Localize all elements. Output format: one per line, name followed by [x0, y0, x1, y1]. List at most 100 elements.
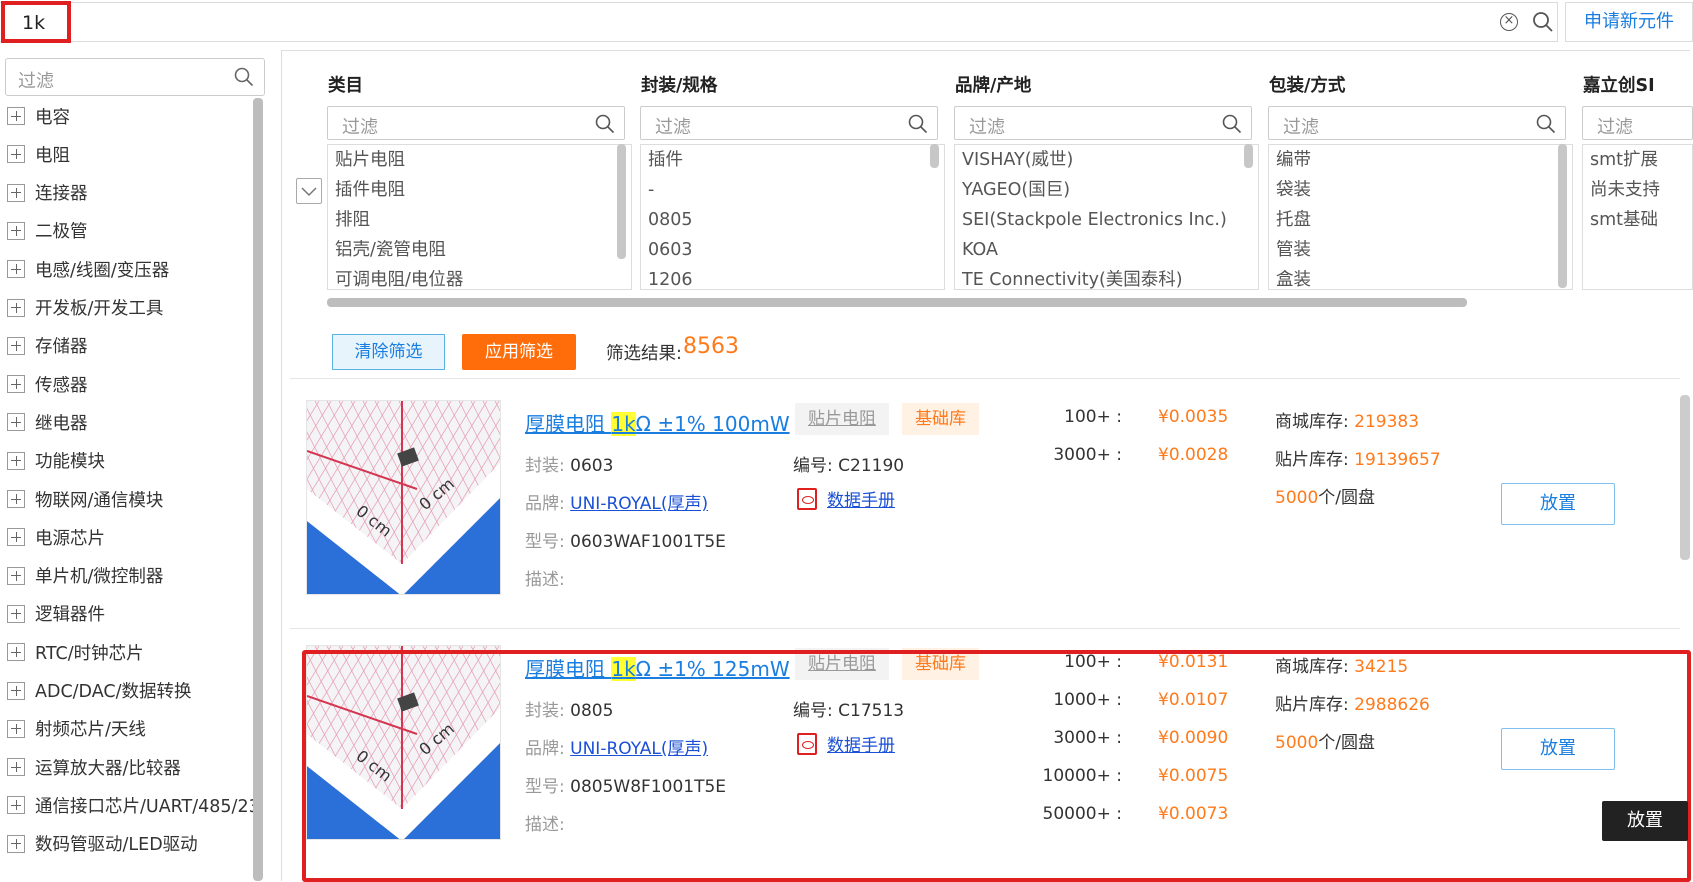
filter-options-list: 插件 -0805 0603 1206	[640, 144, 945, 290]
filter-option[interactable]: 袋装	[1269, 175, 1572, 205]
expand-plus-icon[interactable]	[7, 604, 25, 623]
filter-option[interactable]: VISHAY(威世)	[955, 145, 1258, 175]
clear-filter-button[interactable]: 清除筛选	[332, 334, 445, 370]
expand-plus-icon[interactable]	[7, 566, 25, 585]
expand-plus-icon[interactable]	[7, 451, 25, 470]
filter-option[interactable]: 编带	[1269, 145, 1572, 175]
filter-option[interactable]: 贴片电阻	[328, 145, 631, 175]
expand-plus-icon[interactable]	[7, 336, 25, 355]
tree-item[interactable]: 通信接口芯片/UART/485/23	[7, 791, 260, 819]
datasheet-row[interactable]: 数据手册	[797, 486, 895, 511]
expand-plus-icon[interactable]	[7, 528, 25, 547]
tree-item[interactable]: ADC/DAC/数据转换	[7, 677, 192, 705]
filter-search-input[interactable]: 过滤	[954, 106, 1252, 140]
filter-option[interactable]: 铝壳/瓷管电阻	[328, 235, 631, 265]
filter-option[interactable]: 0603	[641, 235, 944, 265]
tree-item[interactable]: 功能模块	[7, 447, 105, 475]
tree-item[interactable]: 射频芯片/天线	[7, 715, 146, 743]
tree-item[interactable]: 物联网/通信模块	[7, 485, 163, 513]
filter-option[interactable]: 插件电阻	[328, 175, 631, 205]
search-icon[interactable]	[1532, 11, 1554, 33]
search-icon[interactable]	[234, 67, 254, 87]
tree-item[interactable]: 电容	[7, 102, 70, 130]
clear-icon[interactable]: ×	[1500, 13, 1518, 31]
expand-plus-icon[interactable]	[7, 375, 25, 394]
filter-option[interactable]: KOA	[955, 235, 1258, 265]
divider	[290, 628, 1680, 629]
expand-plus-icon[interactable]	[7, 758, 25, 777]
tree-item[interactable]: 电阻	[7, 140, 70, 168]
tree-item[interactable]: 二极管	[7, 217, 88, 245]
expand-filters-button[interactable]	[296, 178, 322, 204]
filter-option[interactable]: 插件	[641, 145, 944, 175]
expand-plus-icon[interactable]	[7, 834, 25, 853]
search-icon[interactable]	[1536, 114, 1556, 134]
tree-item[interactable]: 数码管驱动/LED驱动	[7, 830, 198, 858]
filters-horizontal-scrollbar[interactable]	[327, 298, 1467, 307]
tree-item-label: 运算放大器/比较器	[35, 758, 181, 779]
tree-item[interactable]: 开发板/开发工具	[7, 294, 163, 322]
expand-plus-icon[interactable]	[7, 413, 25, 432]
search-input[interactable]	[0, 2, 1558, 42]
search-icon[interactable]	[908, 114, 928, 134]
apply-new-component-button[interactable]: 申请新元件	[1565, 2, 1693, 42]
tree-item[interactable]: 电源芯片	[7, 523, 105, 551]
expand-plus-icon[interactable]	[7, 107, 25, 125]
results-scrollbar[interactable]	[1680, 395, 1690, 560]
expand-plus-icon[interactable]	[7, 298, 25, 317]
filter-option[interactable]: 盒装	[1269, 265, 1572, 289]
search-icon[interactable]	[595, 114, 615, 134]
filter-scrollbar[interactable]	[617, 144, 626, 259]
datasheet-link[interactable]: 数据手册	[827, 491, 895, 511]
tree-item[interactable]: 电感/线圈/变压器	[7, 255, 169, 283]
filter-scrollbar[interactable]	[930, 144, 939, 168]
filter-search-input[interactable]: 过滤	[327, 106, 625, 140]
tree-item[interactable]: 传感器	[7, 370, 88, 398]
filter-option[interactable]: -	[641, 175, 944, 205]
expand-plus-icon[interactable]	[7, 719, 25, 738]
filter-option[interactable]: 管装	[1269, 235, 1572, 265]
brand-link[interactable]: UNI-ROYAL(厚声)	[570, 494, 708, 514]
filter-option[interactable]: smt基础	[1583, 205, 1692, 235]
filter-option[interactable]: 托盘	[1269, 205, 1572, 235]
tree-item[interactable]: 单片机/微控制器	[7, 562, 163, 590]
filter-search-input[interactable]: 过滤	[640, 106, 938, 140]
expand-plus-icon[interactable]	[7, 145, 25, 164]
filter-option[interactable]: 排阻	[328, 205, 631, 235]
tree-item[interactable]: 运算放大器/比较器	[7, 753, 181, 781]
expand-plus-icon[interactable]	[7, 681, 25, 700]
filter-scrollbar[interactable]	[1558, 144, 1567, 288]
expand-plus-icon[interactable]	[7, 221, 25, 240]
tree-item[interactable]: 继电器	[7, 408, 88, 436]
filter-option[interactable]: TE Connectivity(美国泰科)	[955, 265, 1258, 289]
mall-stock-value: 219383	[1354, 412, 1420, 432]
category-filter-input[interactable]: 过滤	[5, 58, 265, 96]
filter-option[interactable]: 1206	[641, 265, 944, 289]
filter-option[interactable]: 可调电阻/电位器	[328, 265, 631, 289]
tree-item[interactable]: RTC/时钟芯片	[7, 638, 144, 666]
filter-option[interactable]: smt扩展	[1583, 145, 1692, 175]
expand-plus-icon[interactable]	[7, 183, 25, 202]
expand-plus-icon[interactable]	[7, 490, 25, 508]
tree-item[interactable]: 存储器	[7, 332, 88, 360]
expand-plus-icon[interactable]	[7, 796, 25, 815]
filter-option[interactable]: SEI(Stackpole Electronics Inc.)	[955, 205, 1258, 235]
filter-option[interactable]: YAGEO(国巨)	[955, 175, 1258, 205]
filter-options-list: 贴片电阻 插件电阻 排阻 铝壳/瓷管电阻 可调电阻/电位器	[327, 144, 632, 290]
product-image[interactable]: 0 cm 0 cm	[306, 400, 501, 595]
category-tree-scrollbar[interactable]	[253, 98, 263, 881]
search-icon[interactable]	[1222, 114, 1242, 134]
filter-option[interactable]: 尚未支持	[1583, 175, 1692, 205]
expand-plus-icon[interactable]	[7, 643, 25, 662]
tree-item[interactable]: 连接器	[7, 179, 88, 207]
filter-search-input[interactable]: 过滤	[1268, 106, 1566, 140]
filter-search-input[interactable]: 过滤	[1582, 106, 1693, 140]
apply-filter-button[interactable]: 应用筛选	[462, 334, 576, 370]
category-tag[interactable]: 贴片电阻	[795, 403, 889, 435]
expand-plus-icon[interactable]	[7, 260, 25, 279]
product-title-link[interactable]: 厚膜电阻 1kΩ ±1% 100mW	[525, 408, 790, 437]
filter-scrollbar[interactable]	[1244, 144, 1253, 168]
filter-option[interactable]: 0805	[641, 205, 944, 235]
place-button[interactable]: 放置	[1501, 483, 1615, 525]
tree-item[interactable]: 逻辑器件	[7, 600, 105, 628]
